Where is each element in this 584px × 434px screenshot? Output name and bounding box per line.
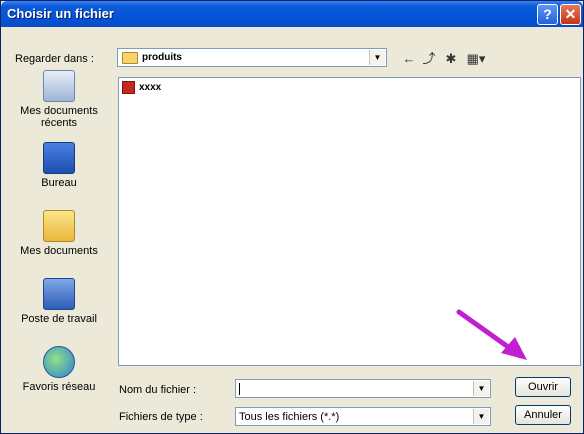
new-folder-icon[interactable]: ✱: [443, 51, 459, 67]
place-network[interactable]: Favoris réseau: [7, 346, 111, 393]
place-my-computer[interactable]: Poste de travail: [7, 278, 111, 325]
places-bar: Mes documents récents Bureau Mes documen…: [7, 70, 111, 430]
place-label: Mes documents récents: [20, 105, 98, 129]
place-label: Mes documents: [20, 245, 98, 257]
file-type-label: Fichiers de type :: [119, 411, 203, 423]
back-arrow-icon[interactable]: ←: [401, 51, 417, 67]
chevron-down-icon[interactable]: ▼: [473, 381, 489, 396]
annotation-arrow: [456, 309, 527, 360]
place-label: Bureau: [41, 177, 77, 189]
file-type-select[interactable]: Tous les fichiers (*.*) ▼: [235, 407, 491, 426]
file-name: xxxx: [139, 82, 162, 93]
look-in-value: produits: [142, 52, 182, 63]
look-in-label: Regarder dans :: [15, 53, 94, 65]
recent-documents-icon: [43, 70, 75, 102]
chevron-down-icon[interactable]: ▼: [473, 409, 489, 424]
file-icon: [122, 81, 135, 94]
close-button[interactable]: ✕: [560, 4, 581, 25]
title-bar[interactable]: Choisir un fichier ? ✕: [1, 1, 583, 27]
folder-icon: [122, 52, 138, 64]
arrow-head: [501, 337, 527, 360]
cancel-button[interactable]: Annuler: [515, 405, 571, 425]
place-desktop[interactable]: Bureau: [7, 142, 111, 189]
file-dialog: Choisir un fichier ? ✕ Regarder dans : p…: [0, 0, 584, 434]
file-type-value: Tous les fichiers (*.*): [239, 411, 340, 423]
desktop-icon: [43, 142, 75, 174]
place-recent-documents[interactable]: Mes documents récents: [7, 70, 111, 129]
dialog-title: Choisir un fichier: [7, 6, 114, 21]
open-button[interactable]: Ouvrir: [515, 377, 571, 397]
my-computer-icon: [43, 278, 75, 310]
file-name-label: Nom du fichier :: [119, 384, 197, 396]
place-label: Favoris réseau: [22, 381, 96, 393]
chevron-down-icon[interactable]: ▼: [369, 50, 385, 65]
up-folder-icon[interactable]: ⤴: [421, 51, 437, 67]
look-in-combo[interactable]: produits ▼: [117, 48, 387, 67]
place-label: Poste de travail: [21, 313, 97, 325]
my-documents-icon: [43, 210, 75, 242]
arrow-shaft: [456, 309, 514, 352]
file-name-field[interactable]: ▼: [235, 379, 491, 398]
place-my-documents[interactable]: Mes documents: [7, 210, 111, 257]
views-menu-icon[interactable]: ▦▾: [463, 51, 489, 67]
help-button[interactable]: ?: [537, 4, 558, 25]
text-cursor: [239, 383, 240, 395]
list-item[interactable]: xxxx: [122, 81, 161, 94]
network-places-icon: [43, 346, 75, 378]
